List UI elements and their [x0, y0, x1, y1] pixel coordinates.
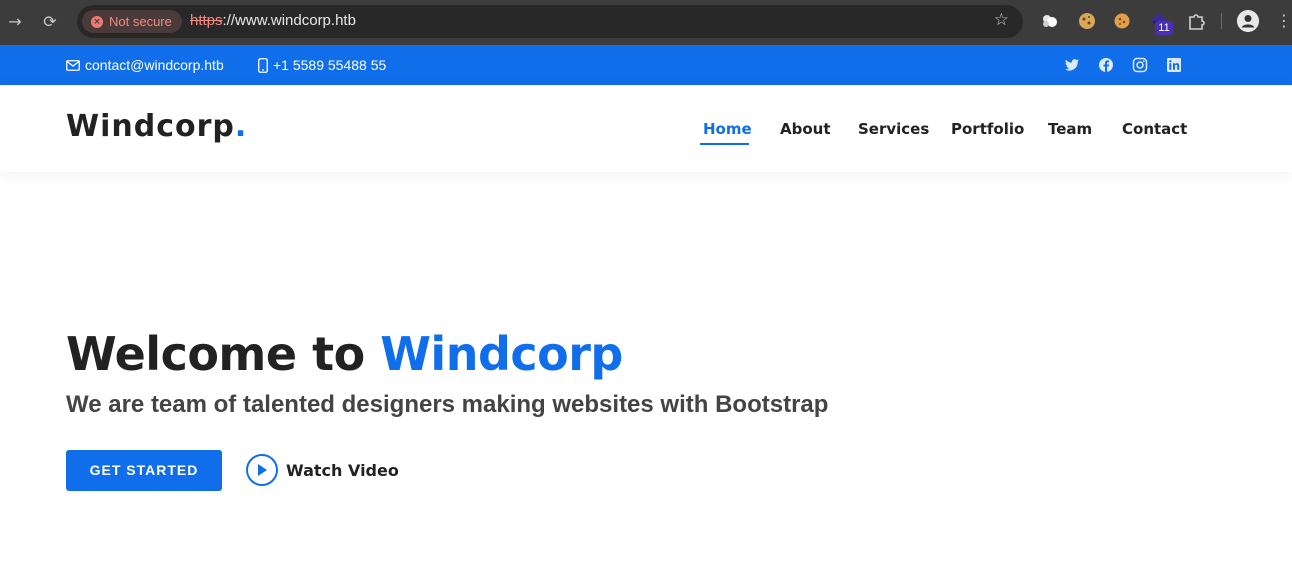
logo-text: Windcorp	[66, 109, 235, 144]
phone-icon	[258, 57, 268, 73]
logo-dot: .	[234, 109, 248, 144]
profile-icon[interactable]	[1237, 10, 1259, 32]
site-logo[interactable]: Windcorp.	[66, 109, 247, 144]
url-scheme: https	[190, 12, 223, 29]
address-bar[interactable]: × Not secure https://www.windcorp.htb ☆	[77, 5, 1023, 38]
twitter-icon[interactable]	[1064, 57, 1080, 73]
security-label: Not secure	[109, 14, 172, 29]
extension-badge: 11	[1155, 21, 1173, 35]
active-nav-indicator	[700, 143, 749, 145]
watch-video-label: Watch Video	[286, 460, 399, 480]
hero-title-prefix: Welcome to	[66, 327, 381, 381]
not-secure-icon: ×	[91, 15, 103, 28]
url-host: ://www.windcorp.htb	[222, 12, 356, 29]
hero-subtitle: We are team of talented designers making…	[66, 391, 829, 418]
instagram-icon[interactable]	[1132, 57, 1148, 73]
contact-topbar: contact@windcorp.htb +1 5589 55488 55	[0, 45, 1292, 85]
nav-home[interactable]: Home	[703, 120, 752, 138]
url-text[interactable]: https://www.windcorp.htb	[190, 12, 356, 29]
security-indicator[interactable]: × Not secure	[82, 10, 182, 33]
kebab-menu-icon[interactable]: ⋮	[1276, 10, 1292, 32]
linkedin-icon[interactable]	[1166, 57, 1182, 73]
site-header: Windcorp. Home About Services Portfolio …	[0, 85, 1292, 172]
nav-about[interactable]: About	[780, 120, 831, 138]
nav-contact[interactable]: Contact	[1122, 120, 1187, 138]
topbar-phone[interactable]: +1 5589 55488 55	[258, 57, 386, 73]
cookie-editor-icon[interactable]	[1112, 11, 1132, 31]
toolbar-divider	[1221, 13, 1222, 29]
hero-title: Welcome to Windcorp	[66, 327, 623, 381]
facebook-icon[interactable]	[1098, 57, 1114, 73]
envelope-icon	[66, 59, 80, 71]
phone-text: +1 5589 55488 55	[273, 57, 387, 73]
puzzle-icon[interactable]	[1186, 11, 1206, 31]
topbar-email[interactable]: contact@windcorp.htb	[66, 57, 224, 73]
email-text: contact@windcorp.htb	[85, 57, 224, 73]
star-icon[interactable]: ☆	[994, 10, 1009, 30]
cloud-extension-icon[interactable]	[1040, 11, 1060, 31]
nav-portfolio[interactable]: Portfolio	[951, 120, 1024, 138]
cookie-extension-icon[interactable]	[1077, 11, 1097, 31]
nav-services[interactable]: Services	[858, 120, 929, 138]
nav-team[interactable]: Team	[1048, 120, 1092, 138]
watch-video-button[interactable]: Watch Video	[246, 454, 399, 486]
reload-icon[interactable]: ⟳	[39, 11, 61, 33]
forward-arrow-icon[interactable]: →	[4, 11, 26, 33]
hero-title-accent: Windcorp	[380, 327, 623, 381]
get-started-button[interactable]: GET STARTED	[66, 450, 222, 491]
browser-toolbar: → ⟳ × Not secure https://www.windcorp.ht…	[0, 0, 1292, 45]
play-icon	[246, 454, 278, 486]
